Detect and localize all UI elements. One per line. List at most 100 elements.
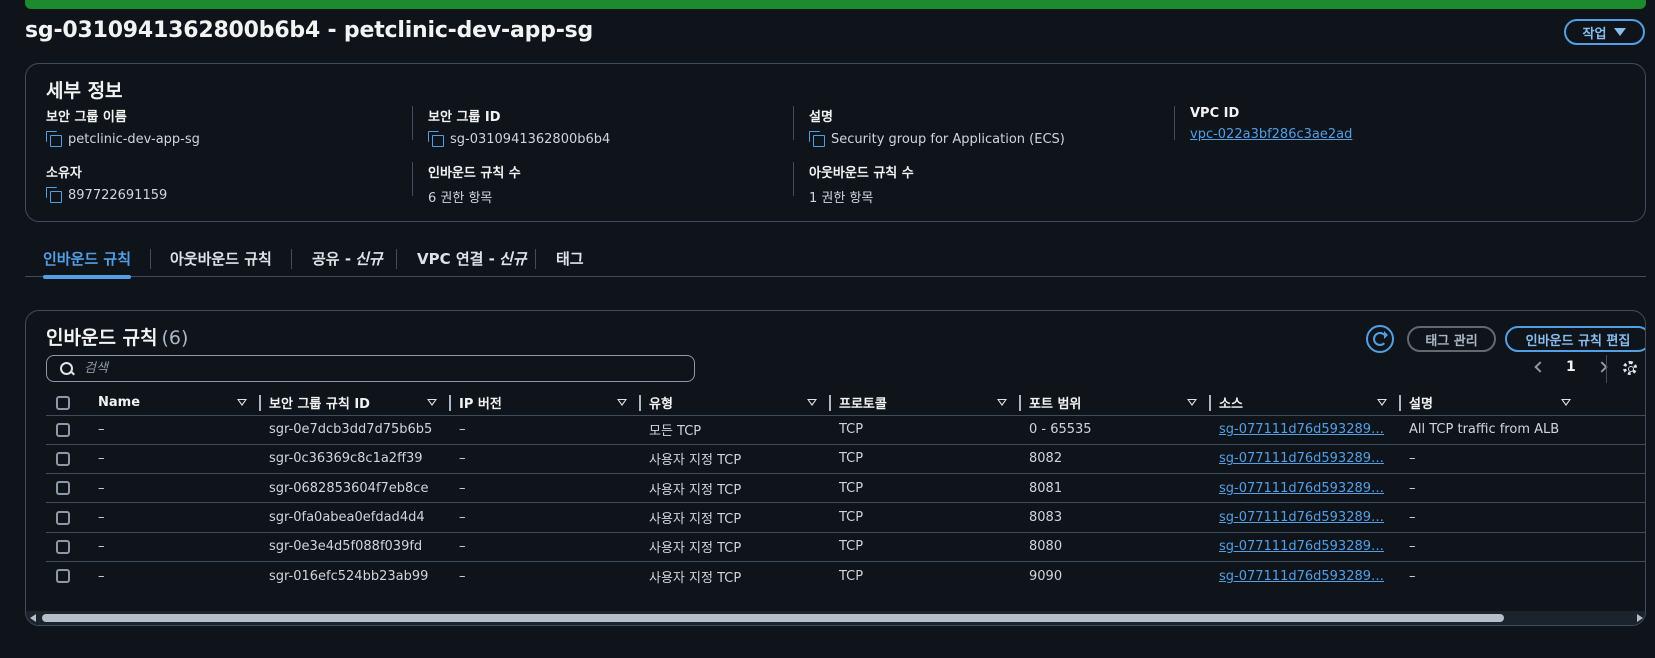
cell-name: – (90, 531, 261, 562)
column-header-ip-version[interactable]: IP 버전 (451, 391, 641, 415)
horizontal-scrollbar[interactable] (26, 611, 1645, 625)
page-title: sg-0310941362800b6b4 - petclinic-dev-app… (25, 18, 594, 43)
select-all-checkbox[interactable] (56, 395, 70, 410)
row-checkbox[interactable] (56, 539, 70, 554)
sort-icon[interactable] (617, 399, 627, 406)
tab-separator (396, 249, 397, 269)
source-sg-link[interactable]: sg-077111d76d593289… (1219, 510, 1384, 525)
table-row[interactable]: – sgr-0e3e4d5f088f039fd – 사용자 지정 TCP TCP 8080… (46, 531, 1645, 562)
column-label: 보안 그룹 규칙 ID (269, 397, 370, 413)
scrollbar-thumb[interactable] (42, 614, 1504, 622)
divider (793, 162, 794, 196)
cell-type: 사용자 지정 TCP (641, 473, 831, 503)
tab-vpc-association[interactable]: VPC 연결 - 신규 (417, 241, 527, 276)
divider (793, 106, 794, 140)
tab-label: 아웃바운드 규칙 (170, 250, 272, 268)
refresh-button[interactable] (1366, 325, 1394, 353)
field-vpc-id: VPC ID vpc-022a3bf286c3ae2ad (1190, 106, 1352, 142)
sort-icon[interactable] (237, 399, 247, 406)
table-row[interactable]: – sgr-0682853604f7eb8ce – 사용자 지정 TCP TCP 8081… (46, 473, 1645, 503)
sort-icon[interactable] (427, 399, 437, 406)
cell-rule-id: sgr-0e3e4d5f088f039fd (261, 531, 451, 562)
row-select-cell (46, 502, 90, 533)
cell-source: sg-077111d76d593289… (1211, 414, 1401, 445)
tab-outbound-rules[interactable]: 아웃바운드 규칙 (170, 241, 272, 276)
cell-name: – (90, 502, 261, 533)
sort-icon[interactable] (997, 399, 1007, 406)
tab-label: 태그 (556, 250, 584, 268)
cell-description: – (1401, 502, 1645, 533)
table-row[interactable]: – sgr-0fa0abea0efdad4d4– 사용자 지정 TCP TCP 8083… (46, 502, 1645, 533)
source-sg-link[interactable]: sg-077111d76d593289… (1219, 481, 1384, 496)
cell-port-range: 8080 (1021, 531, 1211, 562)
tab-separator (291, 249, 292, 269)
tab-inbound-rules[interactable]: 인바운드 규칙 (43, 241, 132, 279)
column-label: 유형 (649, 397, 673, 413)
field-label: 보안 그룹 ID (428, 110, 501, 125)
sort-icon[interactable] (1377, 399, 1387, 406)
cell-protocol: TCP (831, 531, 1021, 562)
page-number[interactable]: 1 (1566, 359, 1576, 375)
gear-icon[interactable] (1623, 361, 1637, 375)
cell-ip-version: – (451, 560, 641, 591)
tab-label: 인바운드 규칙 (43, 250, 132, 268)
actions-button[interactable]: 작업 (1564, 19, 1645, 45)
cell-port-range: 8083 (1021, 502, 1211, 533)
source-sg-link[interactable]: sg-077111d76d593289… (1219, 569, 1384, 584)
scroll-right-icon[interactable] (1637, 614, 1643, 622)
column-label: IP 버전 (459, 397, 502, 413)
copy-icon[interactable] (809, 131, 825, 147)
table-row[interactable]: – sgr-0c36369c8c1a2ff39– 사용자 지정 TCP TCP 8082… (46, 443, 1645, 474)
cell-type: 사용자 지정 TCP (641, 502, 831, 533)
cell-source: sg-077111d76d593289… (1211, 502, 1401, 533)
sort-icon[interactable] (1561, 399, 1571, 406)
search-box[interactable] (46, 355, 695, 382)
column-header-type[interactable]: 유형 (641, 391, 831, 415)
cell-name: – (90, 473, 261, 503)
tab-tags[interactable]: 태그 (556, 241, 584, 276)
row-checkbox[interactable] (56, 422, 70, 437)
sort-icon[interactable] (1187, 399, 1197, 406)
row-checkbox[interactable] (56, 481, 70, 496)
row-checkbox[interactable] (56, 569, 70, 584)
row-select-cell (46, 473, 90, 503)
manage-tags-button[interactable]: 태그 관리 (1407, 326, 1496, 352)
cell-source: sg-077111d76d593289… (1211, 531, 1401, 562)
scroll-left-icon[interactable] (30, 614, 36, 622)
cell-rule-id: sgr-0fa0abea0efdad4d4 (261, 502, 451, 533)
edit-inbound-rules-button[interactable]: 인바운드 규칙 편집 (1505, 326, 1645, 352)
cell-name: – (90, 560, 261, 591)
rules-count: (6) (161, 327, 189, 349)
column-header-name[interactable]: Name (90, 391, 261, 415)
column-header-port-range[interactable]: 포트 범위 (1021, 391, 1211, 415)
tab-label: VPC 연결 - (417, 250, 495, 268)
cell-source: sg-077111d76d593289… (1211, 473, 1401, 503)
column-header-rule-id[interactable]: 보안 그룹 규칙 ID (261, 391, 451, 415)
sort-icon[interactable] (807, 399, 817, 406)
source-sg-link[interactable]: sg-077111d76d593289… (1219, 539, 1384, 554)
cell-description: All TCP traffic from ALB (1401, 414, 1645, 445)
tab-separator (535, 249, 536, 269)
cell-protocol: TCP (831, 560, 1021, 591)
row-checkbox[interactable] (56, 510, 70, 525)
cell-port-range: 8081 (1021, 473, 1211, 503)
column-header-description[interactable]: 설명 (1401, 391, 1645, 415)
copy-icon[interactable] (428, 131, 444, 147)
field-value: sg-0310941362800b6b4 (450, 131, 611, 147)
column-header-source[interactable]: 소스 (1211, 391, 1401, 415)
table-row[interactable]: – sgr-0e7dcb3dd7d75b6b5– 모든 TCP TCP 0 - 6553… (46, 414, 1645, 445)
column-label: 설명 (1409, 397, 1433, 413)
divider (412, 162, 413, 196)
source-sg-link[interactable]: sg-077111d76d593289… (1219, 422, 1384, 437)
row-checkbox[interactable] (56, 451, 70, 466)
copy-icon[interactable] (46, 187, 62, 203)
column-header-protocol[interactable]: 프로토콜 (831, 391, 1021, 415)
chevron-left-icon[interactable] (1534, 361, 1546, 373)
tab-sharing[interactable]: 공유 - 신규 (312, 241, 383, 276)
vpc-id-link[interactable]: vpc-022a3bf286c3ae2ad (1190, 127, 1352, 142)
search-input[interactable] (84, 361, 664, 376)
copy-icon[interactable] (46, 131, 62, 147)
table-row[interactable]: – sgr-016efc524bb23ab99– 사용자 지정 TCP TCP 9090… (46, 560, 1645, 591)
field-label: 인바운드 규칙 수 (428, 166, 521, 181)
source-sg-link[interactable]: sg-077111d76d593289… (1219, 451, 1384, 466)
